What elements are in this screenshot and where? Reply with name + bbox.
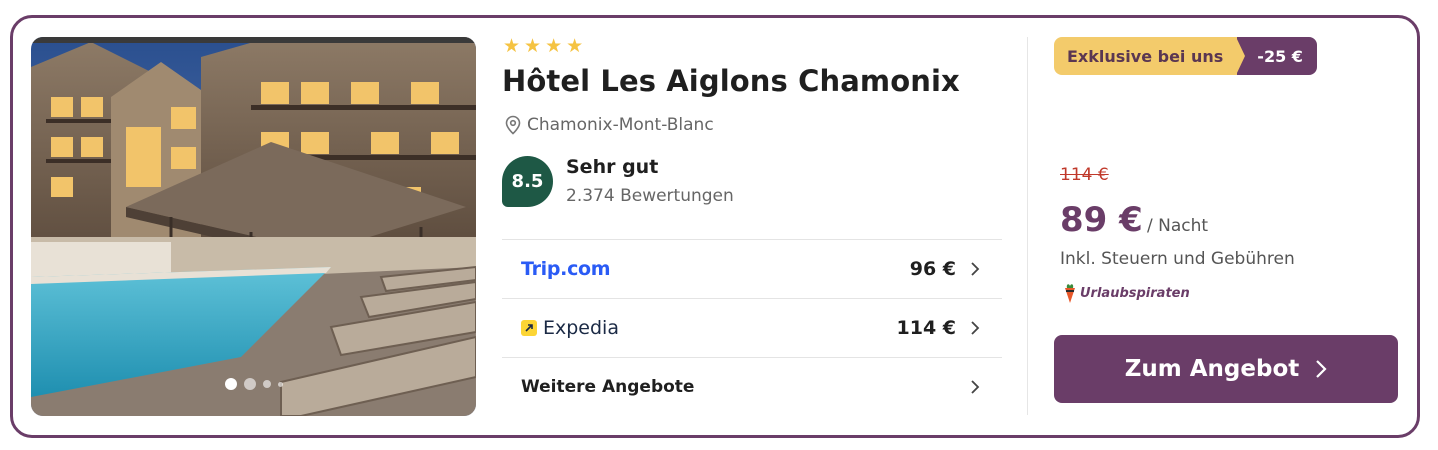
gallery-dot[interactable] — [277, 381, 283, 387]
partner-name: Urlaubspiraten — [1080, 285, 1190, 301]
hotel-photo[interactable] — [31, 37, 476, 416]
to-offer-button[interactable]: Zum Angebot — [1054, 335, 1398, 403]
star-icon: ★ — [524, 35, 542, 57]
offer-price: 96 € — [909, 258, 956, 280]
chevron-right-icon — [1316, 360, 1327, 378]
current-price: 89 € — [1060, 200, 1143, 240]
chevron-right-icon — [971, 262, 980, 276]
to-offer-button-label: Zum Angebot — [1124, 356, 1300, 382]
chevron-right-icon — [971, 321, 980, 335]
rating-label: Sehr gut — [566, 156, 659, 178]
star-icon: ★ — [545, 35, 563, 57]
offer-row-trip-com[interactable]: Trip.com 96 € — [502, 239, 1002, 298]
hotel-photo-image — [31, 37, 476, 416]
pirate-carrot-icon — [1065, 284, 1075, 303]
column-divider — [1027, 37, 1028, 415]
rating-score-badge: 8.5 — [502, 156, 553, 207]
star-icon: ★ — [566, 35, 584, 57]
tax-note: Inkl. Steuern und Gebühren — [1060, 249, 1295, 269]
review-count[interactable]: 2.374 Bewertungen — [566, 186, 734, 206]
offer-list: Trip.com 96 € Expedia 114 € Weitere Ange… — [502, 239, 1002, 416]
exclusive-deal-badge: Exklusive bei uns -25 € — [1054, 37, 1317, 75]
gallery-dots — [31, 378, 476, 390]
more-offers-label-wrap: Weitere Angebote — [521, 377, 970, 397]
more-offers-row[interactable]: Weitere Angebote — [502, 357, 1002, 416]
chevron-right-icon — [971, 380, 980, 394]
exclusive-label: Exklusive bei uns — [1054, 37, 1238, 75]
gallery-dot[interactable] — [262, 380, 271, 388]
offer-row-expedia[interactable]: Expedia 114 € — [502, 298, 1002, 357]
location-pin-icon — [505, 115, 521, 135]
gallery-dot[interactable] — [224, 378, 237, 390]
offer-price: 114 € — [896, 317, 957, 339]
location-text: Chamonix-Mont-Blanc — [527, 115, 714, 135]
expedia-icon — [521, 320, 537, 336]
star-icon: ★ — [503, 35, 521, 57]
expedia-logo-text: Expedia — [543, 317, 619, 339]
hotel-name[interactable]: Hôtel Les Aiglons Chamonix — [502, 64, 960, 98]
star-rating: ★ ★ ★ ★ — [503, 36, 583, 56]
trip-com-logo: Trip.com — [521, 258, 611, 280]
partner-logo: Urlaubspiraten — [1062, 282, 1190, 304]
provider-logo-trip-com: Trip.com — [521, 258, 910, 280]
old-price: 114 € — [1060, 165, 1109, 185]
discount-label: -25 € — [1236, 37, 1317, 75]
gallery-dot[interactable] — [243, 378, 256, 390]
per-night-label: / Nacht — [1147, 216, 1209, 236]
more-offers-label: Weitere Angebote — [521, 377, 695, 397]
hotel-location: Chamonix-Mont-Blanc — [504, 115, 714, 135]
provider-logo-expedia: Expedia — [521, 317, 897, 339]
